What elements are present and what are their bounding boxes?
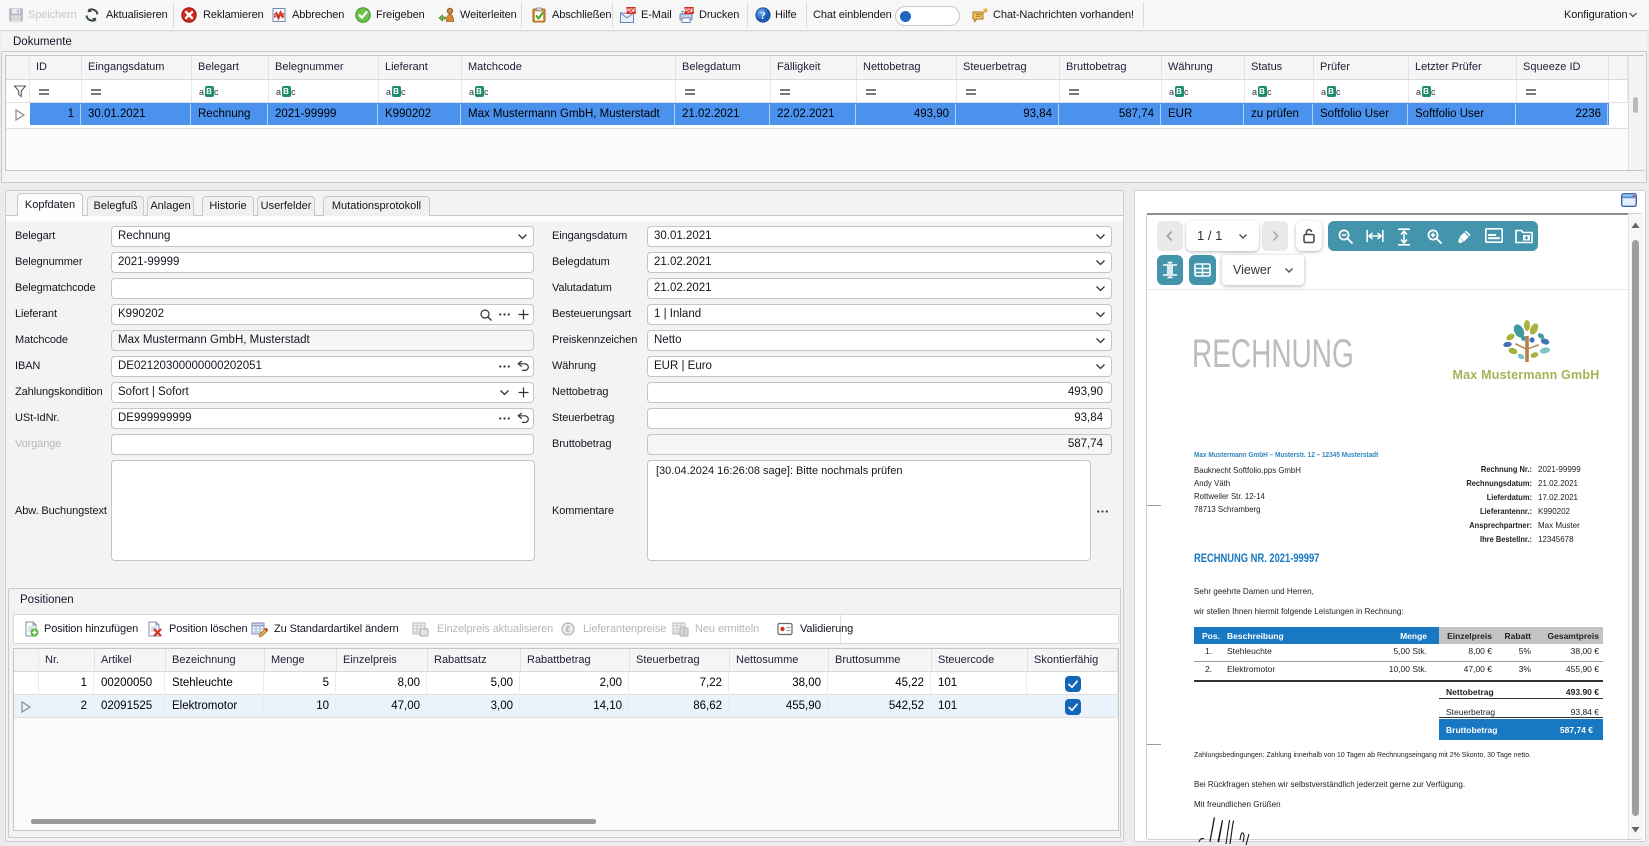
svg-text:PDF: PDF (626, 8, 636, 14)
svg-text:?: ? (760, 11, 765, 22)
svg-text:€: € (565, 625, 570, 635)
svg-text:PDF: PDF (684, 8, 694, 14)
